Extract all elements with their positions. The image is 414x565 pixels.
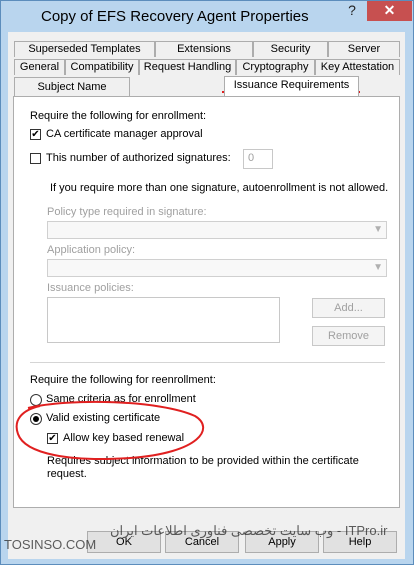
remove-button[interactable]: Remove (312, 326, 385, 346)
add-button[interactable]: Add... (312, 298, 385, 318)
enrollment-heading: Require the following for enrollment: (30, 110, 207, 122)
watermark-left: TOSINSO.COM (4, 537, 97, 552)
annotation-circle (15, 400, 205, 460)
tab-server[interactable]: Server (328, 41, 400, 57)
policy-type-label: Policy type required in signature: (47, 206, 207, 218)
tab-general[interactable]: General (14, 59, 65, 75)
tab-security[interactable]: Security (253, 41, 328, 57)
reenrollment-heading: Require the following for reenrollment: (30, 374, 216, 386)
issuance-policies-label: Issuance policies: (47, 282, 134, 294)
tab-extensions[interactable]: Extensions (155, 41, 253, 57)
tab-superseded-templates[interactable]: Superseded Templates (14, 41, 155, 57)
tab-subject-name[interactable]: Subject Name (14, 77, 130, 96)
autoenroll-note: If you require more than one signature, … (50, 182, 389, 194)
ca-manager-checkbox[interactable]: ✔ (30, 129, 41, 140)
application-policy-label: Application policy: (47, 244, 136, 256)
tab-compatibility[interactable]: Compatibility (65, 59, 139, 75)
watermark-right: وب سایت تخصصی فناوری اطلاعات ایران - ITP… (110, 523, 388, 538)
tab-key-attestation[interactable]: Key Attestation (315, 59, 400, 75)
issuance-policies-list[interactable] (47, 297, 280, 343)
tab-cryptography[interactable]: Cryptography (236, 59, 315, 75)
policy-type-dropdown[interactable]: ▼ (47, 221, 387, 239)
signatures-field[interactable]: 0 (243, 149, 273, 169)
close-icon[interactable]: ✕ (367, 1, 412, 21)
chevron-down-icon: ▼ (373, 224, 383, 235)
application-policy-dropdown[interactable]: ▼ (47, 259, 387, 277)
reenroll-note-line2: request. (47, 468, 87, 480)
tab-request-handling[interactable]: Request Handling (139, 59, 236, 75)
ca-manager-label: CA certificate manager approval (46, 128, 203, 140)
divider (30, 362, 385, 363)
signatures-label: This number of authorized signatures: (46, 152, 231, 164)
help-icon[interactable]: ? (339, 1, 365, 21)
title-bar[interactable]: Copy of EFS Recovery Agent Properties ? … (1, 1, 413, 33)
chevron-down-icon: ▼ (373, 262, 383, 273)
signatures-checkbox[interactable] (30, 153, 41, 164)
window-title: Copy of EFS Recovery Agent Properties (41, 8, 309, 25)
tab-issuance-requirements[interactable]: Issuance Requirements (224, 76, 359, 96)
